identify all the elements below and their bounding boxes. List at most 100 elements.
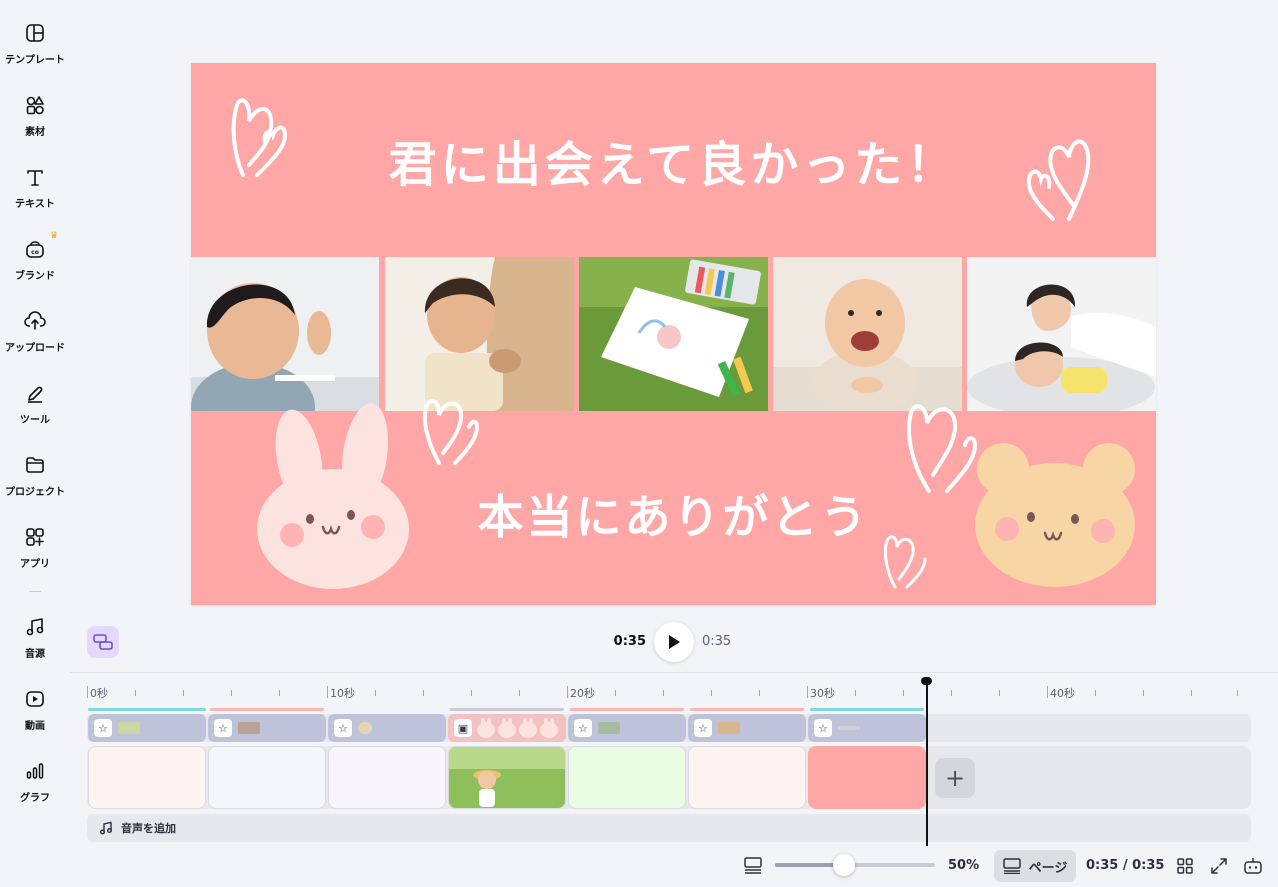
timeline-ruler[interactable]: 0秒 10秒 20秒 30秒 40秒 <box>87 684 1251 702</box>
transition-marker <box>570 708 684 711</box>
canvas-title-top[interactable]: 君に出会えて良かった！ <box>191 125 1156 195</box>
sidebar-item-label: 素材 <box>25 127 45 138</box>
add-audio-label: 音声を追加 <box>121 822 176 835</box>
sidebar-item-label: プロジェクト <box>5 487 65 498</box>
timeline-divider <box>70 672 1278 673</box>
plus-icon: + <box>944 764 966 792</box>
playhead-handle[interactable] <box>921 677 932 685</box>
add-page-button[interactable]: + <box>935 758 975 798</box>
page-thumbnail[interactable] <box>328 746 446 809</box>
sidebar-item-label: 音源 <box>25 649 45 660</box>
sidebar-item-video[interactable]: 動画 <box>0 678 70 742</box>
page-thumbnail[interactable] <box>448 746 566 809</box>
transition-marker <box>210 708 324 711</box>
page-view-button[interactable]: ページ <box>994 850 1076 882</box>
animation-clip[interactable]: ☆ <box>88 714 206 742</box>
sidebar-item-elements[interactable]: 素材 <box>0 84 70 148</box>
page-fill <box>329 747 445 808</box>
page-thumbnail-selected[interactable] <box>808 746 926 809</box>
sidebar-item-tools[interactable]: ツール <box>0 372 70 436</box>
fullscreen-icon[interactable] <box>1209 856 1229 876</box>
animation-star-icon: ☆ <box>214 719 232 737</box>
transition-marker <box>810 708 924 711</box>
apps-icon <box>24 526 46 548</box>
animation-star-icon: ☆ <box>94 719 112 737</box>
pages-icon <box>1002 858 1021 874</box>
animation-star-icon: ☆ <box>334 719 352 737</box>
page-thumbnail[interactable] <box>208 746 326 809</box>
animation-clip[interactable]: ☆ <box>568 714 686 742</box>
heart-doodle-icon <box>422 398 480 465</box>
bear-illustration-icon <box>975 443 1135 587</box>
sidebar-item-text[interactable]: テキスト <box>0 156 70 220</box>
heart-doodle-icon <box>1026 139 1091 221</box>
sidebar-divider <box>29 591 41 592</box>
animation-star-icon: ☆ <box>814 719 832 737</box>
sidebar-item-label: テキスト <box>15 199 55 210</box>
sidebar-item-apps[interactable]: アプリ <box>0 516 70 580</box>
animation-star-icon: ☆ <box>574 719 592 737</box>
transition-marker <box>450 708 564 711</box>
sidebar-item-charts[interactable]: グラフ <box>0 750 70 814</box>
animation-star-icon: ☆ <box>694 719 712 737</box>
zoom-slider-knob[interactable] <box>832 854 855 876</box>
animation-clip[interactable]: ▣ <box>448 714 566 742</box>
elements-icon <box>24 94 46 116</box>
sidebar-item-templates[interactable]: テンプレート <box>0 12 70 76</box>
grid-view-icon[interactable] <box>1175 856 1195 876</box>
sidebar-item-brand[interactable]: ♛ co ブランド <box>0 228 70 292</box>
clip-thumbnail <box>838 726 860 730</box>
page-thumbnail[interactable] <box>88 746 206 809</box>
play-button[interactable] <box>654 622 694 662</box>
animation-clip[interactable]: ☆ <box>328 714 446 742</box>
sidebar-item-label: ツール <box>20 415 50 426</box>
page-thumbnail[interactable] <box>568 746 686 809</box>
animation-clip[interactable]: ☆ <box>688 714 806 742</box>
page-fill <box>569 747 685 808</box>
ruler-label: 0秒 <box>90 687 108 700</box>
page-fill <box>809 747 925 808</box>
sidebar-item-audio[interactable]: 音源 <box>0 606 70 670</box>
girl-with-hat-photo <box>449 747 565 808</box>
child-with-parent-photo[interactable] <box>385 257 574 411</box>
sidebar-item-projects[interactable]: プロジェクト <box>0 444 70 508</box>
assistant-bot-icon[interactable] <box>1243 856 1263 876</box>
smiling-baby-photo[interactable] <box>773 257 962 411</box>
add-audio-track[interactable]: 音声を追加 <box>87 814 1251 842</box>
zoom-slider[interactable] <box>775 854 935 876</box>
brand-icon: co <box>24 238 46 260</box>
crayon-drawing-photo[interactable] <box>579 257 768 411</box>
svg-text:co: co <box>31 249 39 256</box>
text-icon <box>24 166 46 188</box>
ruler-label: 20秒 <box>570 687 595 700</box>
draw-tool-icon <box>24 382 46 404</box>
page-thumbnail[interactable] <box>688 746 806 809</box>
boy-studying-photo[interactable] <box>191 257 379 411</box>
animation-clip[interactable]: ☆ <box>208 714 326 742</box>
sidebar-item-label: 動画 <box>25 721 45 732</box>
music-icon <box>24 616 46 638</box>
animation-clip[interactable]: ☆ <box>808 714 926 742</box>
sidebar-item-upload[interactable]: アップロード <box>0 300 70 364</box>
template-icon <box>24 22 46 44</box>
thumbnail-view-icon[interactable] <box>744 856 762 874</box>
footer-time-display: 0:35 / 0:35 <box>1086 858 1165 873</box>
page-fill <box>689 747 805 808</box>
current-time: 0:35 <box>613 634 646 649</box>
music-note-icon <box>100 821 112 835</box>
zoom-percent[interactable]: 50% <box>948 858 979 873</box>
design-canvas[interactable]: 君に出会えて良かった！ 本当にありがとう <box>191 63 1156 605</box>
play-icon <box>669 635 680 649</box>
upload-icon <box>24 310 46 332</box>
sidebar-item-label: アプリ <box>20 559 50 570</box>
mother-and-child-photo[interactable] <box>967 257 1156 411</box>
clip-thumbnail <box>118 722 140 734</box>
page-view-label: ページ <box>1028 860 1068 876</box>
left-sidebar: テンプレート 素材 テキスト ♛ co ブランド アップロード ツール プロジェ… <box>0 0 70 887</box>
transition-marker <box>88 708 206 711</box>
ruler-label: 10秒 <box>330 687 355 700</box>
bunny-thumbnails <box>477 718 558 738</box>
timeline-sync-button[interactable] <box>87 626 119 658</box>
playhead[interactable] <box>926 680 928 846</box>
sidebar-item-label: グラフ <box>20 793 50 804</box>
